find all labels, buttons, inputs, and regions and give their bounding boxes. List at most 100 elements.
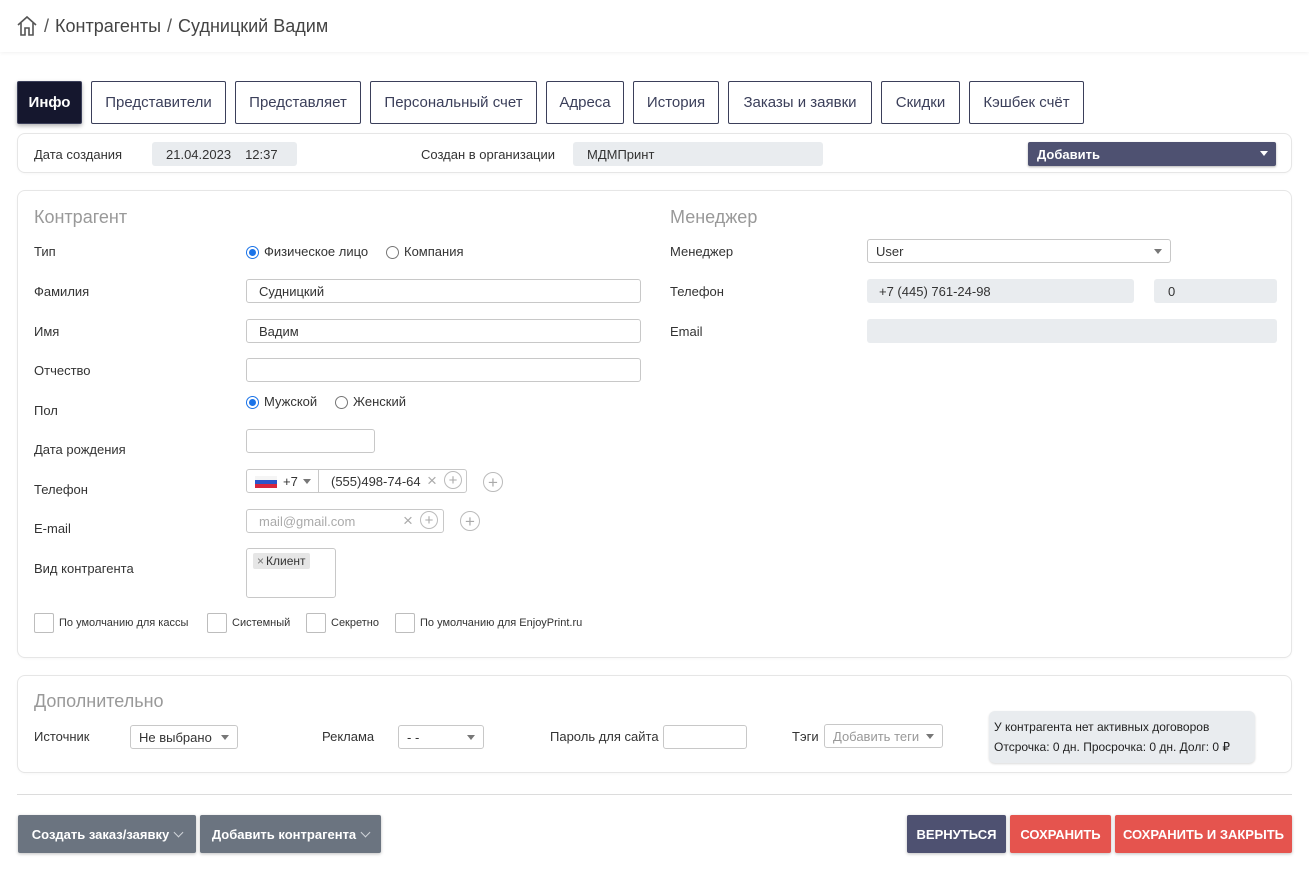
tab-orders[interactable]: Заказы и заявки (728, 81, 872, 124)
kind-tag: × Клиент (253, 553, 310, 569)
created-label: Дата создания (34, 147, 123, 162)
checkbox-default-cashier[interactable] (34, 613, 54, 633)
manager-phone-value: +7 (445) 761-24-98 (867, 279, 1134, 303)
checkbox-default-enjoyprint-label: По умолчанию для EnjoyPrint.ru (420, 617, 583, 629)
caret-down-icon (1154, 249, 1162, 254)
source-label: Источник (34, 729, 90, 744)
contract-status-text: У контрагента нет активных договоров (994, 720, 1210, 734)
clear-icon[interactable]: × (427, 471, 437, 491)
contract-info-box: У контрагента нет активных договоров Отс… (989, 711, 1255, 763)
manager-email-value (867, 319, 1277, 343)
caret-down-icon (221, 735, 229, 740)
phone-label: Телефон (34, 482, 88, 497)
save-button[interactable]: СОХРАНИТЬ (1010, 815, 1111, 853)
contractor-title: Контрагент (34, 207, 128, 227)
clear-icon[interactable]: × (403, 511, 413, 531)
create-order-button[interactable]: Создать заказ/заявку (18, 815, 196, 853)
contractor-card: Контрагент Тип Физическое лицо Компания … (17, 190, 1292, 658)
type-label: Тип (34, 244, 56, 259)
save-close-button[interactable]: СОХРАНИТЬ И ЗАКРЫТЬ (1115, 815, 1292, 853)
ad-select-value: - - (407, 729, 420, 745)
birthdate-input[interactable] (246, 429, 375, 453)
created-date: 21.04.2023 (166, 146, 232, 162)
add-email-icon[interactable]: + (460, 511, 480, 531)
middlename-label: Отчество (34, 363, 91, 378)
email-input[interactable]: mail@gmail.com × + (246, 509, 444, 533)
checkbox-default-enjoyprint[interactable] (395, 613, 415, 633)
add-contractor-button[interactable]: Добавить контрагента (200, 815, 381, 853)
phone-input-group: +7 (555)498-74-64 × + (246, 469, 467, 493)
extra-card: Дополнительно Источник Не выбрано Реклам… (17, 675, 1292, 773)
kind-tags-input[interactable]: × Клиент (246, 548, 336, 598)
caret-down-icon[interactable] (303, 479, 311, 484)
manager-label: Менеджер (670, 244, 734, 259)
russia-flag-icon (255, 476, 277, 488)
tab-cashback[interactable]: Кэшбек счёт (969, 81, 1084, 124)
back-button[interactable]: ВЕРНУТЬСЯ (907, 815, 1006, 853)
type-radio-person[interactable] (246, 246, 259, 259)
phone-country-code[interactable]: +7 (283, 474, 298, 489)
contract-debt-text: Отсрочка: 0 дн. Просрочка: 0 дн. Долг: 0… (994, 740, 1231, 754)
ad-label: Реклама (322, 729, 375, 744)
add-phone-icon[interactable]: + (483, 472, 503, 492)
lastname-input[interactable]: Судницкий (246, 279, 641, 303)
tags-select[interactable]: Добавить теги (824, 724, 943, 748)
tags-select-placeholder: Добавить теги (833, 728, 920, 744)
gender-label: Пол (34, 403, 58, 418)
breadcrumb-contractors[interactable]: Контрагенты (55, 16, 161, 37)
add-select-label: Добавить (1037, 146, 1100, 162)
kind-label: Вид контрагента (34, 561, 134, 576)
firstname-input[interactable]: Вадим (246, 319, 641, 343)
plus-circle-icon[interactable]: + (444, 471, 462, 489)
checkbox-secret-label: Секретно (331, 617, 379, 629)
firstname-label: Имя (34, 324, 60, 339)
tab-personal-account[interactable]: Персональный счет (370, 81, 537, 124)
checkbox-default-cashier-label: По умолчанию для кассы (59, 617, 189, 629)
manager-select[interactable]: User (867, 239, 1171, 263)
gender-radio-male[interactable] (246, 396, 259, 409)
manager-select-value: User (876, 243, 904, 259)
tab-represents[interactable]: Представляет (235, 81, 361, 124)
type-radio-company[interactable] (386, 246, 399, 259)
breadcrumb-separator: / (44, 15, 50, 36)
remove-tag-icon[interactable]: × (257, 554, 264, 568)
home-icon[interactable] (16, 15, 38, 37)
created-time: 12:37 (245, 146, 278, 162)
email-placeholder: mail@gmail.com (259, 513, 356, 529)
manager-title: Менеджер (670, 207, 758, 227)
lastname-label: Фамилия (34, 284, 90, 299)
password-label: Пароль для сайта (550, 729, 659, 744)
type-option-company: Компания (404, 244, 464, 259)
ad-select[interactable]: - - (398, 725, 484, 749)
footer-divider (17, 794, 1292, 795)
meta-card: Дата создания 21.04.2023 12:37 Создан в … (17, 133, 1292, 173)
phone-number-value[interactable]: (555)498-74-64 (331, 474, 421, 489)
password-input[interactable] (663, 725, 747, 749)
tab-history[interactable]: История (633, 81, 719, 124)
checkbox-secret[interactable] (306, 613, 326, 633)
plus-circle-icon[interactable]: + (420, 511, 438, 529)
tab-info[interactable]: Инфо (17, 81, 82, 124)
middlename-input[interactable] (246, 358, 641, 382)
tags-label: Тэги (792, 729, 819, 744)
chevron-down-icon (360, 827, 371, 837)
caret-down-icon (926, 734, 934, 739)
breadcrumb-current: Судницкий Вадим (178, 15, 329, 36)
checkbox-system-label: Системный (232, 617, 291, 629)
manager-phone-label: Телефон (670, 284, 724, 299)
manager-phone-ext: 0 (1154, 279, 1277, 303)
source-select-value: Не выбрано (139, 729, 212, 745)
caret-down-icon (467, 735, 475, 740)
extra-title: Дополнительно (34, 691, 164, 711)
birthdate-label: Дата рождения (34, 442, 126, 457)
source-select[interactable]: Не выбрано (130, 725, 238, 749)
tab-representatives[interactable]: Представители (91, 81, 226, 124)
gender-radio-female[interactable] (335, 396, 348, 409)
breadcrumb: / Контрагенты / Судницкий Вадим (0, 0, 1309, 52)
tab-discounts[interactable]: Скидки (881, 81, 960, 124)
add-select[interactable]: Добавить (1028, 142, 1276, 166)
email-label: E-mail (34, 521, 71, 536)
gender-option-male: Мужской (264, 394, 318, 409)
tab-addresses[interactable]: Адреса (546, 81, 624, 124)
checkbox-system[interactable] (207, 613, 227, 633)
